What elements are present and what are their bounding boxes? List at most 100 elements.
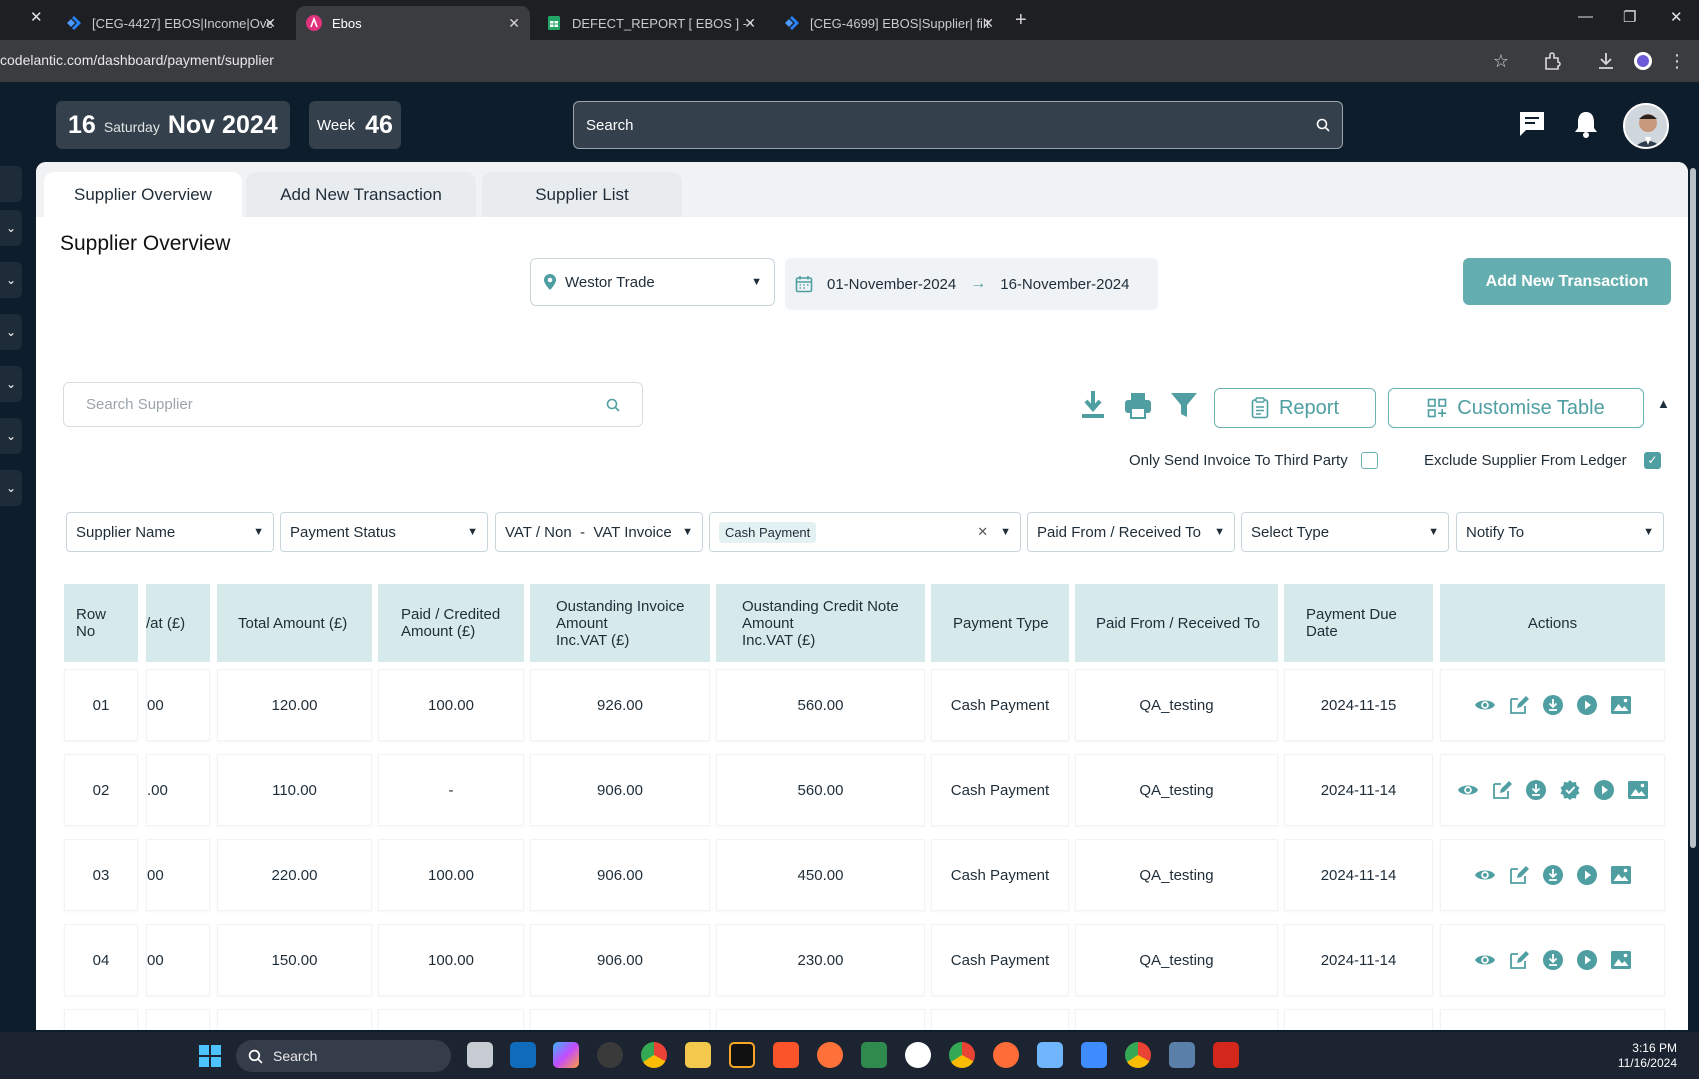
exclude-supplier-checkbox[interactable]: ✓ <box>1644 452 1661 469</box>
chevron-down-icon[interactable]: ⌄ <box>0 366 22 402</box>
download-icon[interactable] <box>1542 694 1564 716</box>
restore-icon[interactable]: ❐ <box>1623 8 1636 26</box>
chevron-down-icon[interactable]: ⌄ <box>0 418 22 454</box>
edit-icon[interactable] <box>1508 949 1530 971</box>
browser-menu-icon[interactable]: ⋮ <box>1666 50 1688 72</box>
new-tab-icon[interactable]: + <box>1015 9 1027 32</box>
postman-orange-icon[interactable] <box>993 1042 1019 1068</box>
play-icon[interactable] <box>1576 949 1598 971</box>
browser-tab[interactable]: Ebos ✕ <box>296 6 530 40</box>
close-icon[interactable]: ✕ <box>982 15 994 32</box>
play-icon[interactable] <box>1576 864 1598 886</box>
url-text[interactable]: codelantic.com/dashboard/payment/supplie… <box>0 52 274 68</box>
taskbar-search[interactable]: Search <box>236 1040 451 1072</box>
close-icon[interactable]: ✕ <box>264 15 276 32</box>
paid-from-filter[interactable]: Paid From / Received To ▼ <box>1027 512 1235 552</box>
supplier-name-filter[interactable]: Supplier Name ▼ <box>66 512 274 552</box>
image-icon[interactable] <box>1627 779 1649 801</box>
location-select[interactable]: Westor Trade ▼ <box>530 258 775 306</box>
chevron-down-icon[interactable]: ⌄ <box>0 262 22 298</box>
postman-icon[interactable] <box>905 1042 931 1068</box>
notify-to-filter[interactable]: Notify To ▼ <box>1456 512 1664 552</box>
sidebar-item[interactable] <box>0 166 22 202</box>
table-row[interactable]: 04 <box>64 924 138 996</box>
play-icon[interactable] <box>1593 779 1615 801</box>
outlook-icon[interactable] <box>510 1042 536 1068</box>
global-search-input[interactable]: Search <box>573 101 1343 149</box>
tab-add-new-transaction[interactable]: Add New Transaction <box>246 172 476 217</box>
download-icon[interactable] <box>1525 779 1547 801</box>
download-icon[interactable] <box>1542 864 1564 886</box>
payment-status-filter[interactable]: Payment Status ▼ <box>280 512 488 552</box>
windows-start-icon[interactable] <box>198 1044 222 1068</box>
table-row[interactable]: 02 <box>64 754 138 826</box>
add-new-transaction-button[interactable]: Add New Transaction <box>1463 258 1671 305</box>
edit-icon[interactable] <box>1508 864 1530 886</box>
report-button[interactable]: Report <box>1214 388 1376 428</box>
column-header-vat[interactable]: /at (£) <box>146 584 210 662</box>
payment-type-chip[interactable]: Cash Payment <box>719 521 817 543</box>
column-header-paid-from[interactable]: Paid From / Received To <box>1075 584 1278 662</box>
chevron-down-icon[interactable]: ⌄ <box>0 314 22 350</box>
vm-icon[interactable] <box>1169 1042 1195 1068</box>
recorder-icon[interactable] <box>597 1042 623 1068</box>
chat-icon[interactable] <box>1516 108 1548 140</box>
column-header-due-date[interactable]: Payment Due Date <box>1284 584 1433 662</box>
table-row[interactable]: 03 <box>64 839 138 911</box>
close-icon[interactable]: ✕ <box>744 15 756 32</box>
chrome-alt-icon[interactable] <box>1125 1042 1151 1068</box>
browser-tab[interactable]: [CEG-4427] EBOS|Income|Overv ✕ <box>56 6 286 40</box>
close-icon[interactable]: ✕ <box>30 8 43 26</box>
bell-icon[interactable] <box>1570 108 1602 140</box>
paint-icon[interactable] <box>1081 1042 1107 1068</box>
date-range-picker[interactable]: 01-November-2024 → 16-November-2024 <box>785 258 1158 310</box>
payment-type-filter[interactable]: Cash Payment ✕ ▼ <box>709 512 1021 552</box>
notepad-icon[interactable] <box>1037 1042 1063 1068</box>
close-window-icon[interactable]: ✕ <box>1670 8 1683 26</box>
column-header-row-no[interactable]: Row No <box>64 584 138 662</box>
verified-badge-icon[interactable] <box>1559 779 1581 801</box>
image-icon[interactable] <box>1610 864 1632 886</box>
table-row[interactable]: 01 <box>64 669 138 741</box>
copilot-icon[interactable] <box>553 1042 579 1068</box>
vertical-scrollbar[interactable] <box>1690 168 1696 848</box>
brave-icon[interactable] <box>773 1042 799 1068</box>
printer-icon[interactable] <box>1122 388 1154 422</box>
select-type-filter[interactable]: Select Type ▼ <box>1241 512 1449 552</box>
chrome-icon[interactable] <box>641 1042 667 1068</box>
browser-tab[interactable]: [CEG-4699] EBOS|Supplier| filter ✕ <box>774 6 1004 40</box>
column-header-paid[interactable]: Paid / Credited Amount (£) <box>378 584 524 662</box>
supplier-search-input[interactable]: Search Supplier <box>63 382 643 427</box>
download-icon[interactable] <box>1595 50 1617 72</box>
intellij-icon[interactable] <box>729 1042 755 1068</box>
image-icon[interactable] <box>1610 694 1632 716</box>
play-icon[interactable] <box>1576 694 1598 716</box>
chat-app-icon[interactable] <box>861 1042 887 1068</box>
clear-icon[interactable]: ✕ <box>977 524 988 540</box>
chevron-down-icon[interactable]: ⌄ <box>0 210 22 246</box>
column-header-outstanding-invoice[interactable]: Oustanding Invoice Amount Inc.VAT (£) <box>530 584 710 662</box>
eye-icon[interactable] <box>1474 694 1496 716</box>
edit-icon[interactable] <box>1508 694 1530 716</box>
firefox-icon[interactable] <box>817 1042 843 1068</box>
browser-tab[interactable]: DEFECT_REPORT [ EBOS ] - Goo ✕ <box>536 6 766 40</box>
vat-invoice-filter[interactable]: VAT / Non - VAT Invoice ▼ <box>495 512 703 552</box>
minimize-icon[interactable]: — <box>1578 8 1593 25</box>
image-icon[interactable] <box>1610 949 1632 971</box>
system-clock[interactable]: 3:16 PM 11/16/2024 <box>1618 1041 1677 1071</box>
only-send-invoice-checkbox[interactable] <box>1361 452 1378 469</box>
close-icon[interactable]: ✕ <box>508 15 520 32</box>
profile-icon[interactable] <box>1632 50 1654 72</box>
caret-up-icon[interactable]: ▲ <box>1657 396 1670 411</box>
eye-icon[interactable] <box>1474 864 1496 886</box>
edit-icon[interactable] <box>1491 779 1513 801</box>
tab-supplier-overview[interactable]: Supplier Overview <box>44 172 242 217</box>
tab-supplier-list[interactable]: Supplier List <box>482 172 682 217</box>
acrobat-icon[interactable] <box>1213 1042 1239 1068</box>
file-explorer-icon[interactable] <box>685 1042 711 1068</box>
extensions-icon[interactable] <box>1541 50 1563 72</box>
download-icon[interactable] <box>1078 388 1108 422</box>
column-header-payment-type[interactable]: Payment Type <box>931 584 1069 662</box>
task-view-icon[interactable] <box>467 1042 493 1068</box>
download-icon[interactable] <box>1542 949 1564 971</box>
